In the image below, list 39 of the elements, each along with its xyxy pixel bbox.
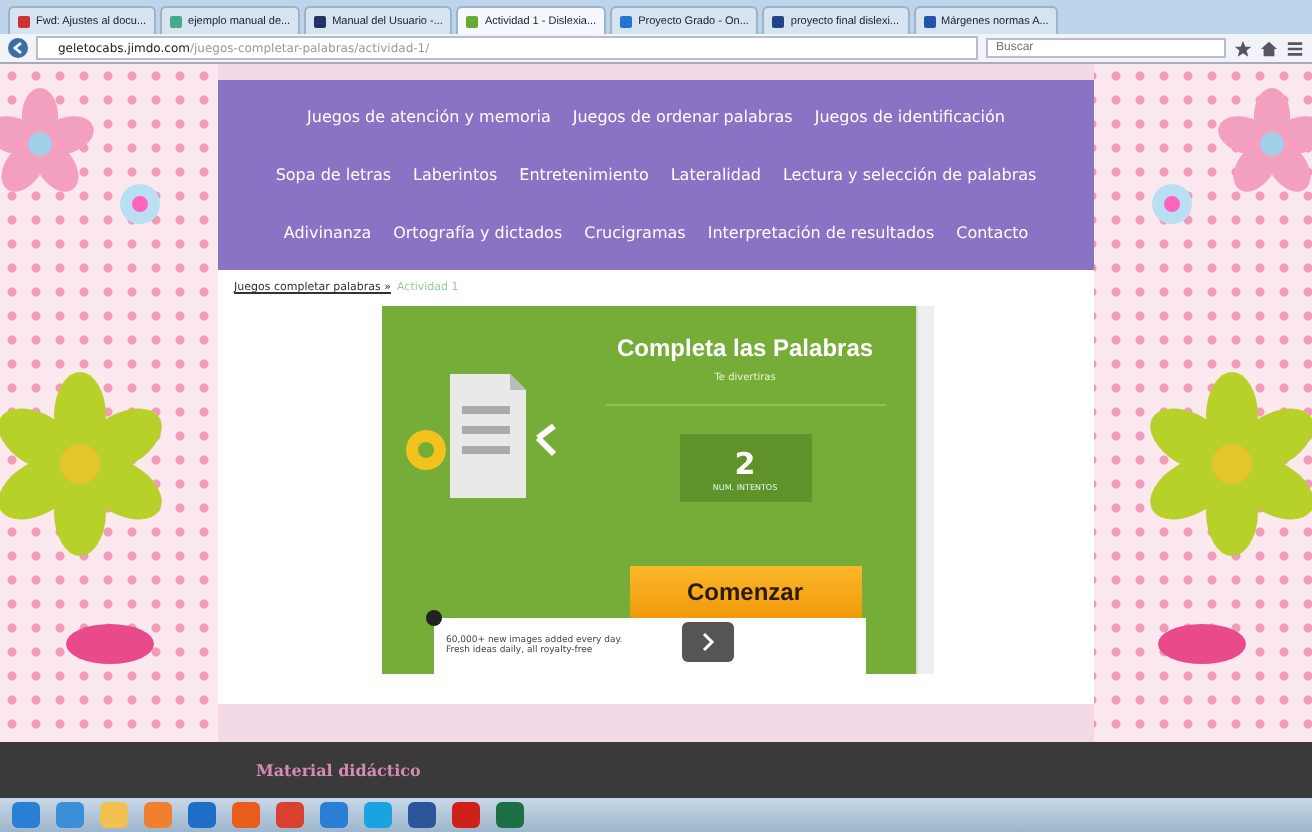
footer-title: Material didáctico: [256, 760, 421, 780]
nav-link[interactable]: Juegos de ordenar palabras: [572, 108, 793, 126]
nav-link[interactable]: Adivinanza: [283, 224, 372, 242]
nav-link[interactable]: Laberintos: [413, 166, 498, 184]
nav-link[interactable]: Juegos de identificación: [814, 108, 1005, 126]
app-icon[interactable]: [496, 802, 524, 828]
start-button[interactable]: Comenzar: [629, 566, 862, 618]
site-icon: [772, 15, 785, 27]
site-icon: [314, 15, 327, 27]
app-icon[interactable]: [188, 802, 216, 828]
nav-link[interactable]: Juegos de atención y memoria: [307, 108, 551, 126]
attempts-count: 2: [734, 445, 756, 481]
back-icon[interactable]: [8, 38, 28, 58]
home-icon[interactable]: [1260, 39, 1278, 57]
app-icon[interactable]: [56, 802, 84, 828]
nav-link[interactable]: Ortografía y dictados: [393, 224, 563, 242]
app-icon[interactable]: [452, 802, 480, 828]
star-icon[interactable]: [1234, 39, 1252, 57]
game-title: Completa las Palabras: [616, 334, 874, 362]
nav-link[interactable]: Entretenimiento: [519, 166, 649, 184]
app-icon[interactable]: [12, 802, 40, 828]
app-icon[interactable]: [320, 802, 348, 828]
nav-link[interactable]: Interpretación de resultados: [707, 224, 935, 242]
nav-link[interactable]: Contacto: [956, 224, 1029, 242]
chevron-icon: [700, 632, 716, 652]
site-icon: [18, 15, 30, 27]
next-button[interactable]: [682, 622, 734, 662]
app-icon[interactable]: [232, 802, 260, 828]
nav-link[interactable]: Lectura y selección de palabras: [782, 166, 1037, 184]
app-icon[interactable]: [276, 802, 304, 828]
nav-link[interactable]: Crucigramas: [584, 224, 686, 242]
site-icon: [170, 15, 183, 27]
app-icon[interactable]: [408, 802, 436, 828]
nav-link[interactable]: Lateralidad: [670, 166, 761, 184]
site-icon: [620, 15, 633, 27]
site-icon: [466, 15, 479, 27]
nav-link[interactable]: Sopa de letras: [275, 166, 392, 184]
site-icon: [923, 15, 936, 27]
menu-icon[interactable]: [1286, 39, 1304, 57]
